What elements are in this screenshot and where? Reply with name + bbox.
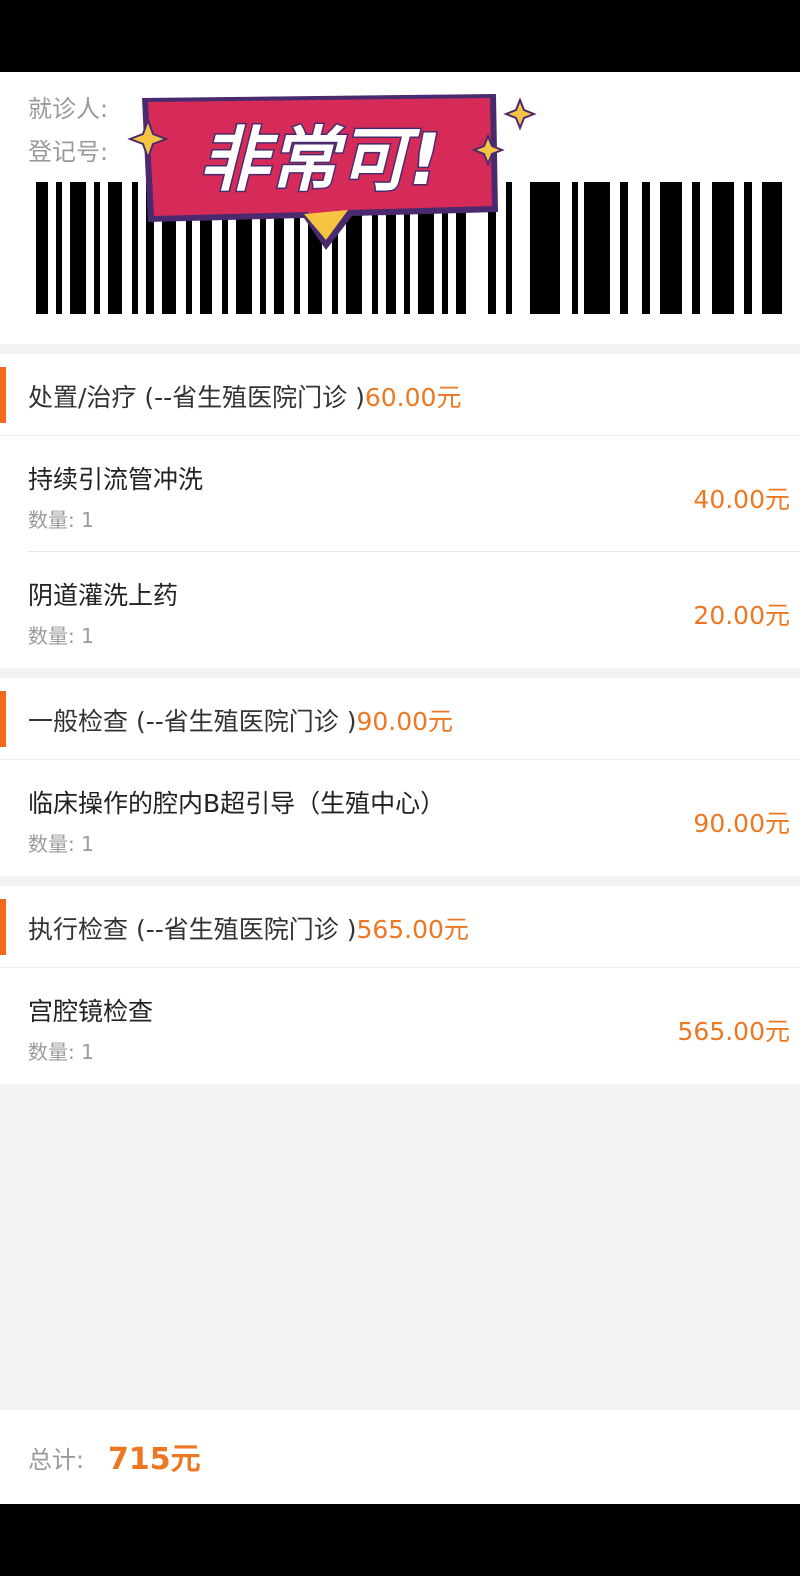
item-name: 宫腔镜检查 <box>28 997 154 1026</box>
section-title: 执行检查 (--省生殖医院门诊 )565.00元 <box>28 915 469 944</box>
list-item[interactable]: 临床操作的腔内B超引导（生殖中心） 数量: 1 90.00元 <box>0 760 800 876</box>
list-item[interactable]: 宫腔镜检查 数量: 1 565.00元 <box>0 968 800 1084</box>
sticker-text: 非常可! <box>199 119 441 201</box>
patient-card: 就诊人: 登记号: 非常可! <box>0 72 800 344</box>
section-header-treatment: 处置/治疗 (--省生殖医院门诊 )60.00元 <box>0 354 800 436</box>
item-quantity: 数量: 1 <box>28 1040 94 1064</box>
section-amount: 60.00元 <box>364 383 462 412</box>
item-quantity: 数量: 1 <box>28 624 94 648</box>
item-name: 持续引流管冲洗 <box>28 465 204 494</box>
list-item[interactable]: 阴道灌洗上药 数量: 1 20.00元 <box>0 552 800 668</box>
section-amount: 90.00元 <box>356 707 454 736</box>
section-accent-bar <box>0 367 6 423</box>
section-title: 一般检查 (--省生殖医院门诊 )90.00元 <box>28 707 454 736</box>
section-accent-bar <box>0 899 6 955</box>
item-name: 阴道灌洗上药 <box>28 581 179 610</box>
registration-label: 登记号: <box>28 138 109 166</box>
sparkle-icon <box>503 97 537 131</box>
section-header-general-exam: 一般检查 (--省生殖医院门诊 )90.00元 <box>0 678 800 760</box>
total-amount: 715元 <box>108 1442 201 1477</box>
section-header-exam-execution: 执行检查 (--省生殖医院门诊 )565.00元 <box>0 886 800 968</box>
item-price: 565.00元 <box>677 1017 790 1046</box>
total-footer: 总计: 715元 <box>0 1410 800 1504</box>
section-amount: 565.00元 <box>356 915 469 944</box>
sticker-overlay: 非常可! <box>127 94 537 250</box>
total-label: 总计: <box>28 1446 85 1474</box>
item-name: 临床操作的腔内B超引导（生殖中心） <box>28 789 446 818</box>
item-price: 20.00元 <box>693 601 790 630</box>
item-price: 40.00元 <box>693 485 790 514</box>
patient-label: 就诊人: <box>28 95 109 123</box>
list-item[interactable]: 持续引流管冲洗 数量: 1 40.00元 <box>0 436 800 552</box>
item-price: 90.00元 <box>693 809 790 838</box>
item-quantity: 数量: 1 <box>28 508 94 532</box>
section-title: 处置/治疗 (--省生殖医院门诊 )60.00元 <box>28 383 462 412</box>
fee-detail-page: 就诊人: 登记号: 非常可! 处置/治疗 (--省生殖医院门诊)60.00元 … <box>0 72 800 1504</box>
item-quantity: 数量: 1 <box>28 832 94 856</box>
section-accent-bar <box>0 691 6 747</box>
